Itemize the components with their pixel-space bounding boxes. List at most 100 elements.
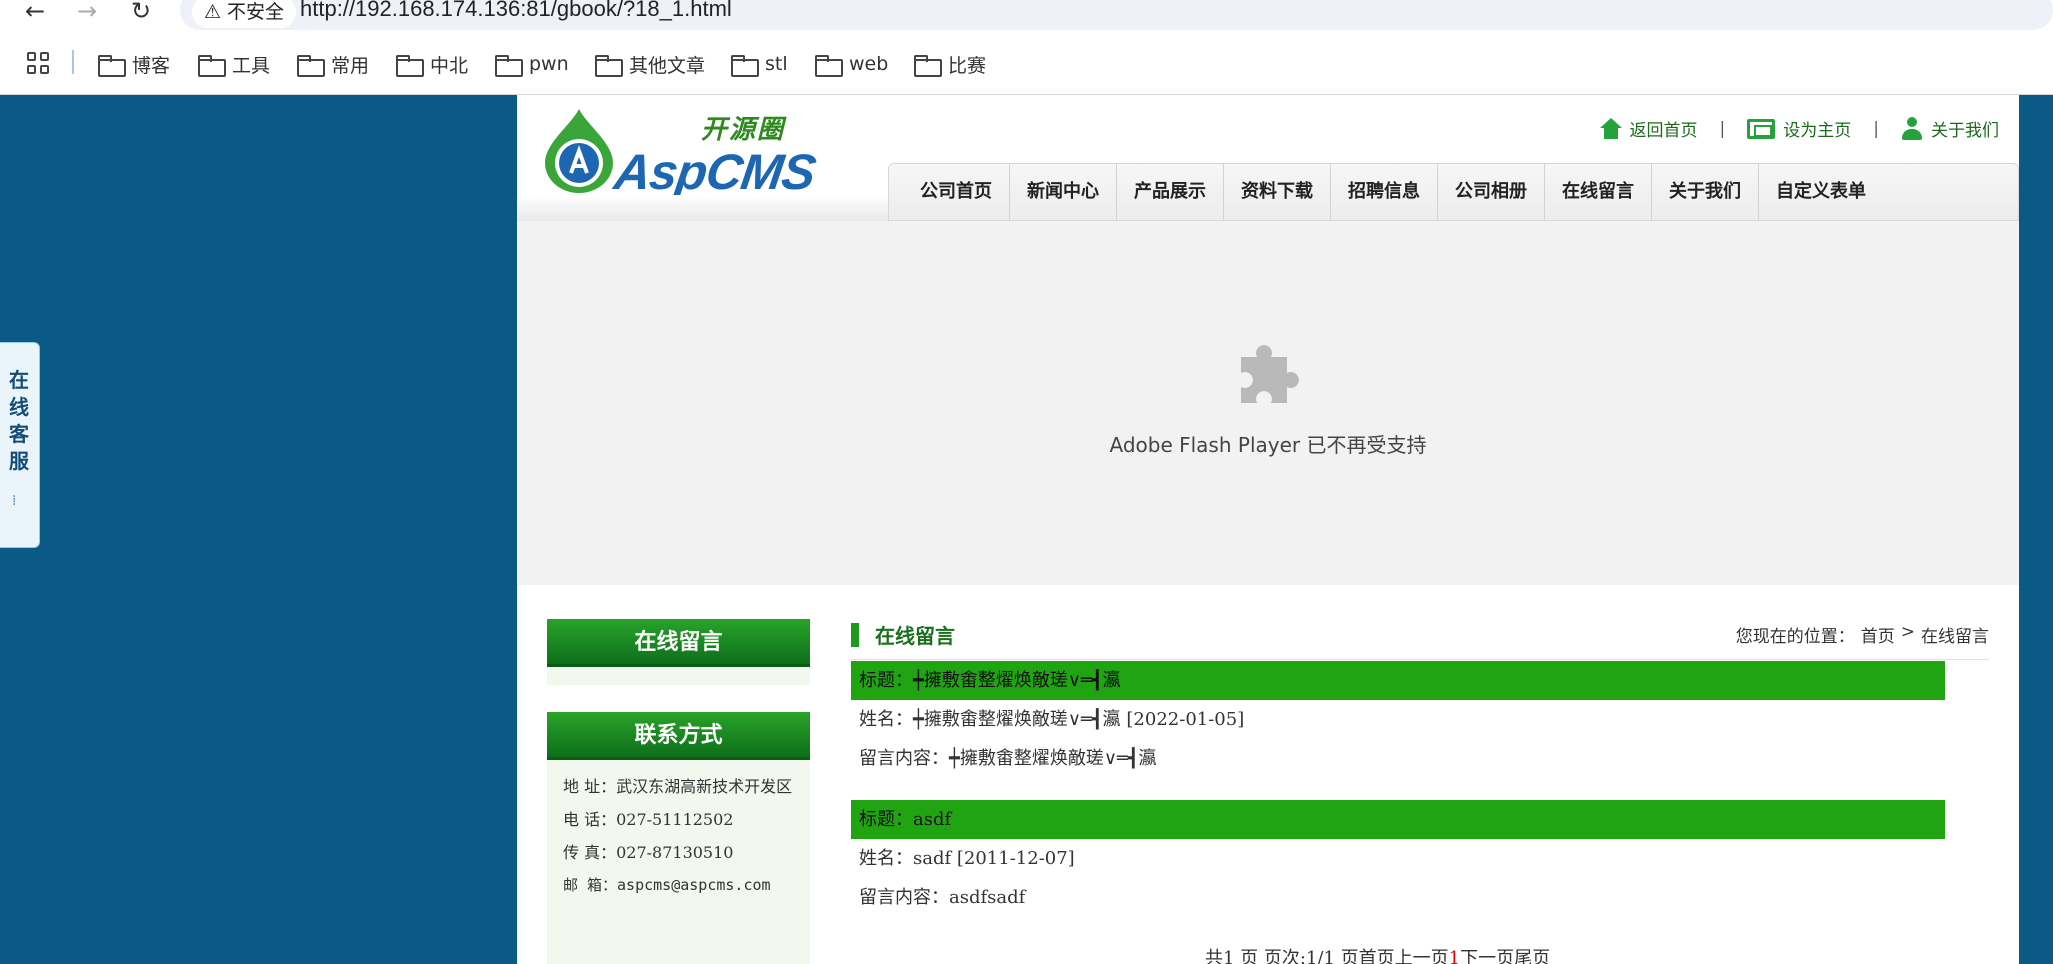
screen-icon [1747, 118, 1776, 139]
contact-fax: 传 真：027-87130510 [563, 843, 734, 862]
contact-email: 邮 箱：aspcms@aspcms.com [563, 876, 771, 894]
bookmark-folder[interactable]: 常用 [297, 50, 369, 78]
pagination: 共1 页 页次:1/1 页首页上一页1下一页尾页 [1205, 944, 1550, 964]
nav-item-jobs[interactable]: 招聘信息 [1331, 163, 1438, 221]
guestbook-message: 标题：asdf 姓名：sadf [2011-12-07] 留言内容：asdfsa… [851, 800, 1945, 917]
flash-unsupported-message: Adobe Flash Player 已不再受支持 [1109, 433, 1427, 457]
nav-item-products[interactable]: 产品展示 [1117, 163, 1224, 221]
nav-item-downloads[interactable]: 资料下载 [1224, 163, 1331, 221]
puzzle-plugin-icon [1241, 345, 1299, 403]
folder-icon [815, 55, 843, 77]
nav-item-about[interactable]: 关于我们 [1652, 163, 1759, 221]
pagination-prefix[interactable]: 共1 页 页次:1/1 页首页上一页 [1205, 948, 1449, 964]
nav-item-home[interactable]: 公司首页 [903, 163, 1010, 221]
bookmark-label: 工具 [232, 54, 271, 77]
top-link-about[interactable]: 关于我们 [1901, 116, 1999, 141]
folder-icon [297, 55, 325, 77]
breadcrumb: 您现在的位置： 首页 > 在线留言 [1736, 622, 1989, 647]
bookmark-folder[interactable]: pwn [495, 50, 569, 78]
folder-icon [731, 55, 759, 77]
contact-phone: 电 话：027-51112502 [563, 810, 734, 829]
contact-box-title: 联系方式 [547, 712, 810, 760]
insecure-label: 不安全 [227, 1, 285, 23]
pagination-suffix[interactable]: 下一页尾页 [1460, 948, 1550, 964]
bookmark-folder[interactable]: stl [731, 50, 788, 78]
top-link-label: 返回首页 [1629, 121, 1698, 141]
folder-icon [396, 55, 424, 77]
bookmark-divider [72, 50, 74, 74]
site-logo[interactable]: 开源圈 AspCMS [541, 105, 819, 200]
breadcrumb-prefix: 您现在的位置： [1735, 627, 1855, 647]
top-link-separator: | [1719, 118, 1726, 139]
contact-box: 联系方式 地 址：武汉东湖高新技术开发区 电 话：027-51112502 传 … [547, 712, 810, 964]
title-divider [851, 659, 1989, 660]
top-link-home[interactable]: 返回首页 [1599, 116, 1698, 141]
bookmark-folder[interactable]: 比赛 [914, 50, 986, 78]
guestbook-box: 在线留言 [547, 619, 810, 685]
security-indicator[interactable]: ⚠ 不安全 [192, 0, 297, 28]
folder-icon [595, 55, 623, 77]
message-author: 姓名：sadf [2011-12-07] [859, 848, 1075, 869]
breadcrumb-separator: > [1900, 622, 1915, 642]
online-service-tab[interactable]: 在线客服 ⁞ [0, 342, 40, 548]
bookmark-folder[interactable]: 工具 [198, 50, 270, 78]
folder-icon [914, 55, 942, 77]
warning-icon: ⚠ [204, 1, 222, 23]
logo-drop-icon [545, 109, 613, 193]
bookmark-label: 中北 [430, 54, 469, 77]
page-title: 在线留言 [875, 624, 955, 648]
nav-item-album[interactable]: 公司相册 [1438, 163, 1545, 221]
bookmark-label: 其他文章 [629, 54, 706, 77]
breadcrumb-home[interactable]: 首页 [1861, 622, 1895, 647]
grip-icon: ⁞ [12, 493, 17, 509]
contact-details: 地 址：武汉东湖高新技术开发区 电 话：027-51112502 传 真：027… [547, 760, 810, 902]
folder-icon [495, 55, 523, 77]
guestbook-message: 标题：┿擁敷畬整燿焕敵瑳∨═┫瀛 姓名：┿擁敷畬整燿焕敵瑳∨═┫瀛 [2022-… [851, 661, 1945, 778]
message-title: 标题：asdf [851, 800, 1945, 839]
folder-icon [98, 55, 126, 77]
contact-address: 地 址：武汉东湖高新技术开发区 [563, 777, 793, 796]
site-container: 开源圈 AspCMS 返回首页 | 设为主页 | 关于我们 公司首页 新闻中心 … [517, 95, 2019, 964]
bookmark-label: 博客 [132, 54, 171, 77]
folder-icon [198, 55, 226, 77]
bookmark-label: pwn [529, 53, 569, 75]
bookmark-folder[interactable]: 其他文章 [595, 50, 705, 78]
reload-icon[interactable]: ↻ [126, 0, 156, 26]
content-title: 在线留言 [851, 620, 955, 649]
home-icon [1599, 117, 1622, 140]
online-service-label: 在线客服 [9, 368, 29, 473]
pagination-current-page: 1 [1448, 948, 1461, 964]
breadcrumb-current[interactable]: 在线留言 [1921, 622, 1989, 647]
logo-english-text: AspCMS [611, 144, 819, 200]
message-body: 留言内容：┿擁敷畬整燿焕敵瑳∨═┫瀛 [859, 748, 1157, 769]
forward-arrow-icon[interactable]: → [72, 0, 102, 26]
top-link-label: 关于我们 [1931, 121, 1999, 141]
top-link-label: 设为主页 [1783, 121, 1852, 141]
logo-chinese-text: 开源圈 [701, 115, 786, 145]
top-link-separator: | [1873, 118, 1879, 139]
back-arrow-icon[interactable]: ← [20, 0, 50, 26]
title-marker [851, 622, 859, 647]
flash-placeholder: Adobe Flash Player 已不再受支持 [517, 221, 2019, 585]
user-icon [1901, 116, 1923, 141]
message-title: 标题：┿擁敷畬整燿焕敵瑳∨═┫瀛 [851, 661, 1945, 700]
bookmark-folder[interactable]: web [815, 50, 888, 78]
message-author: 姓名：┿擁敷畬整燿焕敵瑳∨═┫瀛 [2022-01-05] [859, 709, 1245, 730]
bookmark-folder[interactable]: 中北 [396, 50, 468, 78]
bookmark-label: stl [765, 53, 788, 75]
top-link-set-homepage[interactable]: 设为主页 [1747, 116, 1851, 141]
browser-toolbar: ← → ↻ ⚠ 不安全 http://192.168.174.136:81/gb… [0, 0, 2053, 30]
url-text[interactable]: http://192.168.174.136:81/gbook/?18_1.ht… [300, 0, 732, 22]
bookmark-folder[interactable]: 博客 [98, 50, 170, 78]
bookmark-label: 比赛 [948, 54, 987, 77]
top-links: 返回首页 | 设为主页 | 关于我们 [1599, 116, 1999, 141]
main-nav: 公司首页 新闻中心 产品展示 资料下载 招聘信息 公司相册 在线留言 关于我们 … [888, 163, 2019, 221]
nav-item-news[interactable]: 新闻中心 [1010, 163, 1117, 221]
guestbook-box-title[interactable]: 在线留言 [547, 619, 810, 667]
bookmark-label: web [849, 53, 889, 75]
nav-item-custom-form[interactable]: 自定义表单 [1759, 163, 1883, 221]
nav-item-guestbook[interactable]: 在线留言 [1545, 163, 1652, 221]
bookmark-label: 常用 [331, 54, 370, 77]
apps-grid-icon[interactable] [27, 52, 51, 76]
message-body: 留言内容：asdfsadf [859, 887, 1026, 908]
